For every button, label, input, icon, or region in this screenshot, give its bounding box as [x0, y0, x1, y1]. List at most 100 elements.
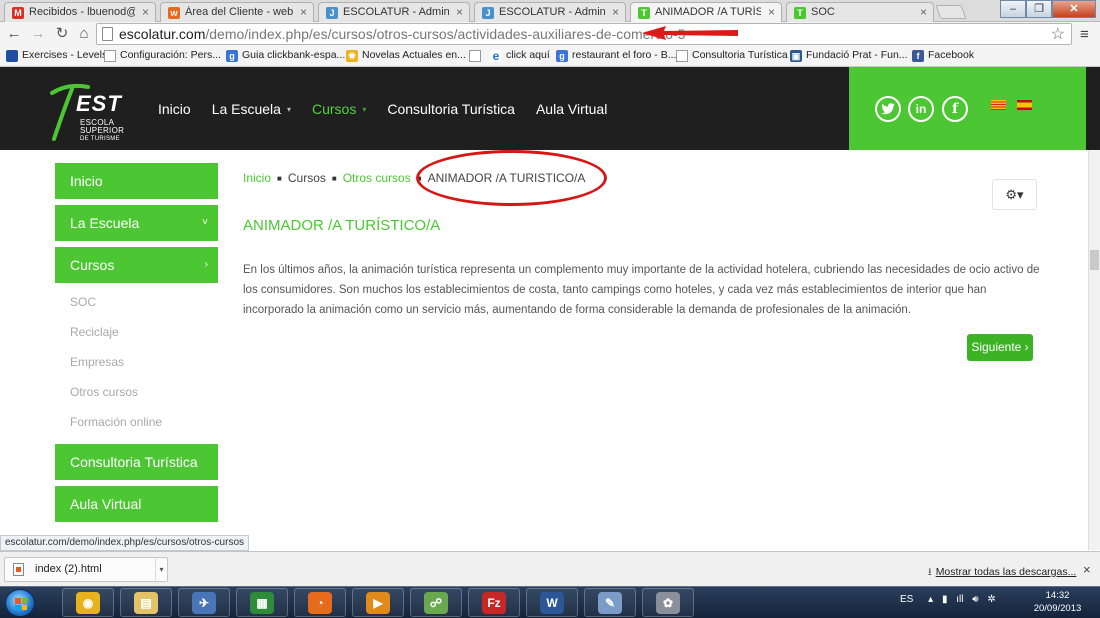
- html-file-icon: [13, 563, 24, 576]
- window-controls: – ❐ ✕: [1000, 0, 1096, 18]
- taskbar-app-button[interactable]: ✎: [584, 588, 636, 617]
- close-tab-icon[interactable]: ×: [920, 5, 927, 19]
- bookmark-item[interactable]: e click aquí: [490, 49, 550, 62]
- taskbar-app-button[interactable]: ▤: [120, 588, 172, 617]
- sidebar-item-inicio[interactable]: Inicio: [55, 163, 218, 199]
- twitter-icon[interactable]: [875, 96, 901, 122]
- browser-tab-soc[interactable]: T SOC ×: [786, 2, 934, 22]
- address-url[interactable]: escolatur.com/demo/index.php/es/cursos/o…: [119, 26, 685, 42]
- system-clock[interactable]: 14:32 20/09/2013: [1030, 589, 1085, 615]
- volume-icon[interactable]: 🔊︎: [972, 594, 978, 605]
- download-item[interactable]: index (2).html ▾: [4, 557, 168, 582]
- sidebar-sublink-soc[interactable]: SOC: [70, 295, 96, 309]
- restore-button[interactable]: ❐: [1026, 0, 1052, 18]
- ie-icon: e: [490, 50, 502, 62]
- taskbar-app-button[interactable]: ☍: [410, 588, 462, 617]
- page-icon: [469, 50, 481, 62]
- close-window-button[interactable]: ✕: [1052, 0, 1096, 18]
- minimize-button[interactable]: –: [1000, 0, 1026, 18]
- browser-tab-gmail[interactable]: M Recibidos - lbuenod@gm ×: [4, 2, 156, 22]
- catalan-flag-icon[interactable]: [991, 100, 1006, 110]
- bookmark-label: click aquí: [506, 49, 550, 61]
- bookmark-label: Facebook: [928, 49, 975, 61]
- download-icon: ⭳: [928, 566, 932, 578]
- page-scrollbar[interactable]: [1088, 150, 1100, 550]
- google-icon: g: [556, 50, 568, 62]
- nav-la-escuela[interactable]: La Escuela ▾: [212, 101, 291, 117]
- tray-arrow-icon[interactable]: ▴: [928, 594, 933, 605]
- site-logo[interactable]: EST ESCOLA SUPERIOR DE TURISME: [50, 79, 130, 143]
- bookmark-item[interactable]: f Facebook: [912, 49, 975, 62]
- taskbar-app-button[interactable]: W: [526, 588, 578, 617]
- nav-inicio[interactable]: Inicio: [158, 101, 191, 117]
- spanish-flag-icon[interactable]: [1017, 100, 1032, 110]
- sidebar-sublink-reciclaje[interactable]: Reciclaje: [70, 325, 119, 339]
- bookmark-item[interactable]: Consultoria Turística: [676, 49, 788, 62]
- taskbar-app-button[interactable]: Fz: [468, 588, 520, 617]
- browser-tab-webempresa[interactable]: w Área del Cliente - webemp ×: [160, 2, 314, 22]
- sidebar-item-la-escuela[interactable]: La Escuela ˅: [55, 205, 218, 241]
- bookmark-item[interactable]: g restaurant el foro - B...: [556, 49, 676, 62]
- sidebar-sublink-otros-cursos[interactable]: Otros cursos: [70, 385, 138, 399]
- sidebar-sublink-formacion-online[interactable]: Formación online: [70, 415, 162, 429]
- bookmark-item[interactable]: ▣ Fundació Prat - Fun...: [790, 49, 908, 62]
- next-button[interactable]: Siguiente ›: [967, 334, 1033, 361]
- browser-tab-animador[interactable]: T ANIMADOR /A TURÍSTICO ×: [630, 2, 782, 23]
- sidebar-item-consultoria[interactable]: Consultoria Turística: [55, 444, 218, 480]
- nav-consultoria[interactable]: Consultoria Turística: [387, 101, 515, 117]
- sidebar-item-aula-virtual[interactable]: Aula Virtual: [55, 486, 218, 522]
- bookmark-item[interactable]: g Guia clickbank-espa...: [226, 49, 345, 62]
- chevron-down-icon: ˅: [202, 217, 208, 228]
- close-tab-icon[interactable]: ×: [300, 5, 307, 19]
- network-icon[interactable]: ✲: [987, 594, 995, 605]
- menu-icon[interactable]: ≡: [1080, 26, 1089, 43]
- show-all-downloads-link[interactable]: ⭳ Mostrar todas las descargas...: [928, 564, 1076, 582]
- sidebar-item-cursos[interactable]: Cursos ›: [55, 247, 218, 283]
- reload-button[interactable]: ↻: [52, 24, 72, 44]
- taskbar-app-button[interactable]: ✿: [642, 588, 694, 617]
- bookmark-item[interactable]: Exercises - Levels: [6, 49, 107, 62]
- close-tab-icon[interactable]: ×: [456, 5, 463, 19]
- test-logo-icon: T: [794, 7, 806, 19]
- breadcrumb-link-otros-cursos[interactable]: Otros cursos: [343, 171, 411, 185]
- taskbar-app-button[interactable]: ◉: [62, 588, 114, 617]
- test-logo-icon: T: [638, 7, 650, 19]
- paint-icon: ✿: [656, 592, 680, 614]
- browser-tab-admin-2[interactable]: J ESCOLATUR - Administra ×: [474, 2, 626, 22]
- linkedin-icon[interactable]: in: [908, 96, 934, 122]
- close-icon[interactable]: ×: [1083, 562, 1091, 577]
- forward-button[interactable]: →: [28, 24, 48, 44]
- scrollbar-thumb[interactable]: [1090, 250, 1099, 270]
- bookmark-star-icon[interactable]: ☆: [1051, 24, 1065, 44]
- nav-aula-virtual[interactable]: Aula Virtual: [536, 101, 607, 117]
- back-button[interactable]: ←: [4, 24, 24, 44]
- signal-icon[interactable]: ıll: [956, 594, 963, 605]
- new-tab-button[interactable]: [935, 5, 967, 19]
- close-tab-icon[interactable]: ×: [142, 5, 149, 19]
- browser-tab-admin-1[interactable]: J ESCOLATUR - Administra ×: [318, 2, 470, 22]
- taskbar-app-button[interactable]: ✈: [178, 588, 230, 617]
- start-button[interactable]: [5, 589, 35, 617]
- gear-icon[interactable]: ⚙▾: [992, 179, 1037, 210]
- facebook-icon[interactable]: f: [942, 96, 968, 122]
- taskbar-app-button[interactable]: ▦: [236, 588, 288, 617]
- address-bar[interactable]: escolatur.com/demo/index.php/es/cursos/o…: [96, 23, 1072, 45]
- page-icon: [104, 50, 116, 62]
- nav-cursos[interactable]: Cursos ▾: [312, 101, 366, 117]
- bookmark-item[interactable]: ✹ Novelas Actuales en...: [346, 49, 466, 62]
- breadcrumb-link-cursos[interactable]: Cursos: [288, 171, 326, 185]
- close-tab-icon[interactable]: ×: [612, 5, 619, 19]
- close-tab-icon[interactable]: ×: [768, 5, 775, 19]
- logo-subtitle: ESCOLA SUPERIOR DE TURISME: [80, 118, 125, 143]
- sidebar-sublink-empresas[interactable]: Empresas: [70, 355, 124, 369]
- home-button[interactable]: ⌂: [74, 24, 94, 44]
- breadcrumb-link-inicio[interactable]: Inicio: [243, 171, 271, 185]
- taskbar-app-button[interactable]: ▶: [352, 588, 404, 617]
- chevron-down-icon: ▾: [362, 105, 367, 114]
- chevron-down-icon[interactable]: ▾: [155, 558, 167, 581]
- joomla-icon: J: [482, 7, 494, 19]
- taskbar-app-button[interactable]: ◔: [294, 588, 346, 617]
- battery-icon[interactable]: ▮: [942, 594, 948, 605]
- bookmark-item[interactable]: Configuración: Pers...: [104, 49, 221, 62]
- language-indicator[interactable]: ES: [900, 594, 913, 605]
